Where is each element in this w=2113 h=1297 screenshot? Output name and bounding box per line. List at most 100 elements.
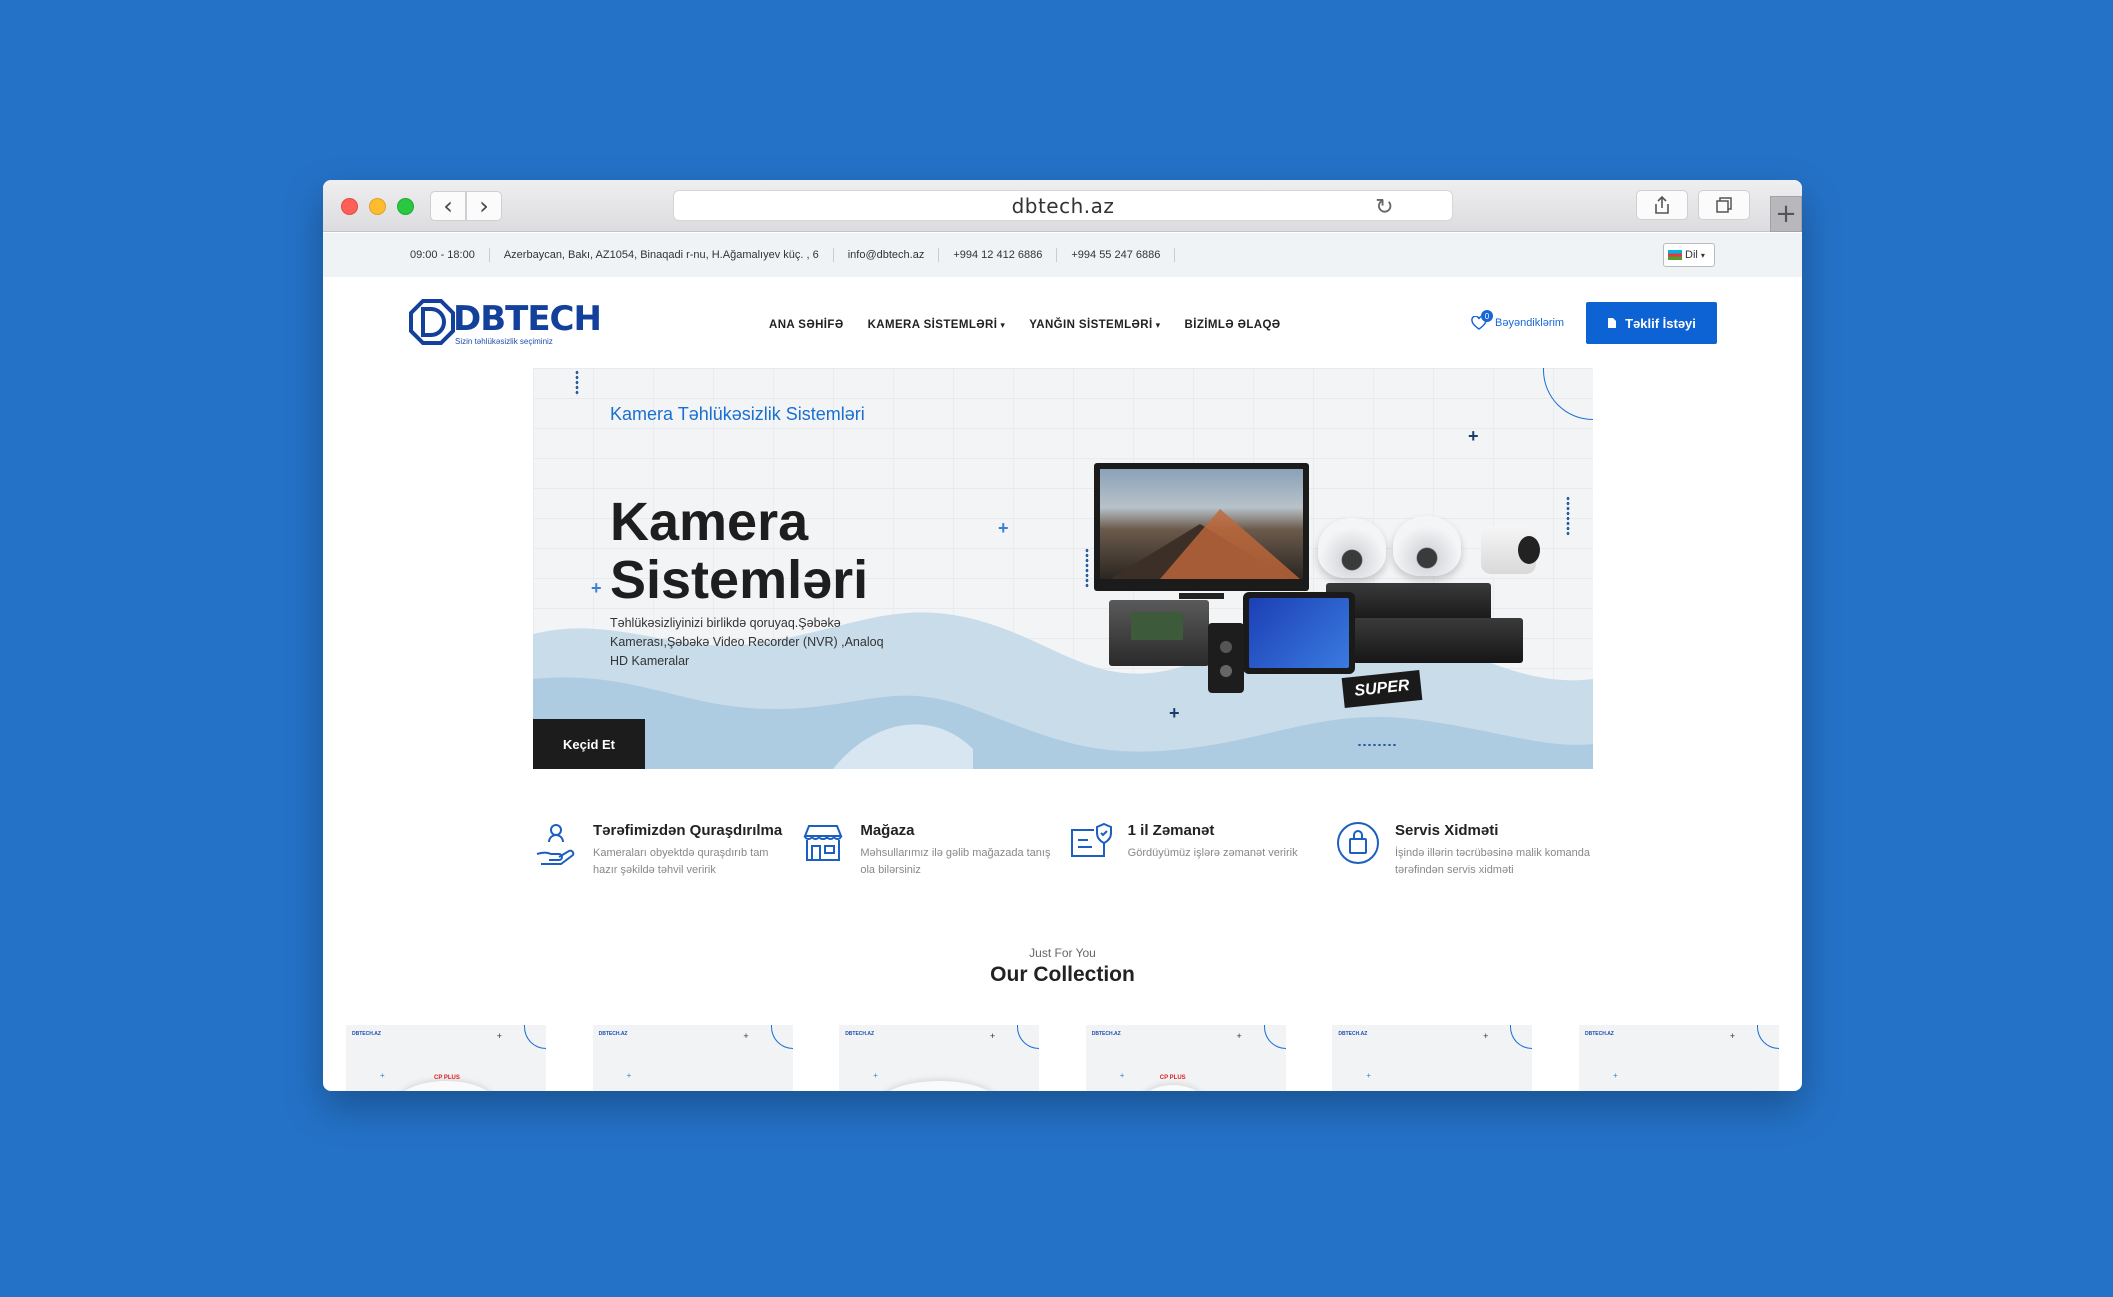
- nav-camera-systems[interactable]: KAMERA SİSTEMLƏRİ ▾: [868, 319, 1006, 331]
- address-bar[interactable]: dbtech.az ↻: [673, 190, 1453, 221]
- corner-arc-decoration: [1017, 1025, 1040, 1049]
- phone-link-2[interactable]: +994 55 247 6886: [1057, 248, 1176, 262]
- azerbaijan-flag-icon: [1668, 250, 1682, 260]
- product-image: [879, 1081, 1000, 1091]
- hero-description: Təhlükəsizliyinizi birlikdə qoruyaq.Şəbə…: [610, 616, 884, 668]
- corner-arc-decoration: [524, 1025, 546, 1049]
- document-icon: [1608, 318, 1617, 328]
- hand-installation-icon: [536, 824, 575, 865]
- card-logo: DBTECH.AZ: [1091, 1031, 1121, 1037]
- dots-decoration: [1357, 743, 1397, 747]
- language-select[interactable]: Dil ▾: [1663, 243, 1715, 267]
- bullet-camera-image: [1481, 526, 1540, 574]
- feature-item: Tərəfimizdən Quraşdırılma Kameraları oby…: [533, 820, 791, 879]
- feature-title: Mağaza: [860, 822, 915, 839]
- nav-camera-systems-label: KAMERA SİSTEMLƏRİ: [867, 319, 998, 331]
- back-button[interactable]: ‹: [430, 191, 466, 221]
- browser-toolbar: ‹ › dbtech.az ↻ +: [323, 180, 1802, 232]
- nav-home[interactable]: ANA SƏHİFƏ: [769, 319, 844, 331]
- dome-camera-image: [1318, 518, 1386, 578]
- address: Azerbaycan, Bakı, AZ1054, Binaqadi r-nu,…: [490, 248, 834, 262]
- new-tab-button[interactable]: +: [1770, 196, 1802, 232]
- plus-decoration-icon: +: [591, 578, 602, 598]
- plus-decoration-icon: +: [380, 1071, 385, 1080]
- working-hours: 09:00 - 18:00: [410, 248, 490, 262]
- doorbell-camera-image: [1208, 623, 1244, 693]
- feature-description: İşində illərin təcrübəsinə malik komanda…: [1394, 847, 1591, 876]
- phone-link-1[interactable]: +994 12 412 6886: [939, 248, 1058, 262]
- plus-decoration-icon: +: [998, 518, 1009, 538]
- card-logo: DBTECH.AZ: [598, 1031, 628, 1037]
- monitor-image: [1094, 463, 1309, 599]
- plus-decoration-icon: +: [1236, 1031, 1242, 1041]
- close-window-button[interactable]: [341, 198, 358, 215]
- top-info-bar: 09:00 - 18:00 Azerbaycan, Bakı, AZ1054, …: [323, 233, 1802, 277]
- product-card[interactable]: DBTECH.AZ + +: [839, 1025, 1040, 1091]
- wishlist-link[interactable]: 0 Bəyəndiklərim: [1471, 310, 1565, 330]
- product-card[interactable]: DBTECH.AZ + +: [1332, 1025, 1533, 1091]
- dots-decoration: [1085, 548, 1089, 588]
- corner-arc-decoration: [1510, 1025, 1533, 1049]
- chevron-left-icon: ‹: [443, 192, 453, 220]
- card-brand: CP PLUS: [1159, 1075, 1186, 1081]
- warranty-icon: [1070, 822, 1112, 857]
- feature-description: Kameraları obyektdə quraşdırıb tam hazır…: [593, 847, 769, 876]
- language-label: Dil: [1685, 249, 1698, 261]
- quote-request-label: Təklif İstəyi: [1625, 315, 1696, 331]
- chevron-down-icon: ▾: [1000, 320, 1006, 330]
- product-image: [1137, 1085, 1208, 1091]
- corner-arc-decoration: [770, 1025, 793, 1049]
- feature-item: Mağaza Məhsullarımız ilə gəlib mağazada …: [800, 820, 1058, 879]
- forward-button[interactable]: ›: [466, 191, 502, 221]
- feature-title: Servis Xidməti: [1394, 822, 1499, 839]
- plus-decoration-icon: +: [1468, 426, 1479, 446]
- logo-tagline: Sizin təhlükəsizlik seçiminiz: [455, 337, 553, 346]
- email-link[interactable]: info@dbtech.az: [834, 248, 940, 262]
- corner-arc-decoration: [1756, 1025, 1779, 1049]
- plus-decoration-icon: +: [626, 1071, 632, 1080]
- hero-cta-button[interactable]: Keçid Et: [533, 719, 645, 769]
- dots-decoration: [575, 370, 579, 396]
- nav-fire-systems-label: YANĞIN SİSTEMLƏRİ: [1029, 319, 1153, 331]
- product-card[interactable]: DBTECH.AZ + +: [1578, 1025, 1779, 1091]
- features-row: Tərəfimizdən Quraşdırılma Kameraları oby…: [533, 820, 1593, 879]
- plus-decoration-icon: +: [873, 1071, 878, 1080]
- chevron-down-icon: ▾: [1700, 250, 1705, 260]
- maximize-window-button[interactable]: [397, 198, 414, 215]
- card-logo: DBTECH.AZ: [1584, 1031, 1614, 1037]
- plus-decoration-icon: +: [1119, 1071, 1125, 1080]
- hero-subtitle: Kamera Təhlükəsizlik Sistemləri: [610, 404, 865, 424]
- plus-decoration-icon: +: [1366, 1071, 1372, 1080]
- tabs-overview-button[interactable]: [1698, 190, 1750, 220]
- feature-title: 1 il Zəmanət: [1127, 822, 1215, 839]
- minimize-window-button[interactable]: [369, 198, 386, 215]
- logo-mark-icon: [409, 299, 455, 345]
- feature-description: Məhsullarımız ilə gəlib mağazada tanış o…: [860, 847, 1051, 876]
- plus-decoration-icon: +: [1612, 1071, 1618, 1080]
- product-card[interactable]: DBTECH.AZ + + CP PLUS: [346, 1025, 546, 1091]
- feature-item: 1 il Zəmanət Gördüyümüz işlərə zəmanət v…: [1068, 820, 1326, 879]
- dome-camera-image: [1393, 516, 1461, 576]
- plus-decoration-icon: +: [1169, 703, 1180, 723]
- wishlist-label: Bəyəndiklərim: [1495, 317, 1565, 329]
- nav-fire-systems[interactable]: YANĞIN SİSTEMLƏRİ ▾: [1029, 319, 1160, 331]
- url-text: dbtech.az: [1011, 193, 1115, 218]
- tabs-icon: [1716, 197, 1732, 213]
- hero-title: Kamera Sistemləri: [610, 492, 869, 610]
- product-image: [396, 1081, 496, 1091]
- quote-request-button[interactable]: Təklif İstəyi: [1586, 302, 1717, 344]
- card-logo: DBTECH.AZ: [1338, 1031, 1368, 1037]
- plus-decoration-icon: +: [496, 1031, 502, 1041]
- share-button[interactable]: [1636, 190, 1688, 220]
- logo[interactable]: DBTECH Sizin təhlükəsizlik seçiminiz: [409, 299, 602, 346]
- dvr-box-image: [1109, 600, 1209, 666]
- product-card[interactable]: DBTECH.AZ + +: [592, 1025, 793, 1091]
- main-nav: ANA SƏHİFƏ KAMERA SİSTEMLƏRİ ▾ YANĞIN SİS…: [769, 319, 1281, 331]
- reload-icon[interactable]: ↻: [1375, 195, 1394, 220]
- nav-contact[interactable]: BİZİMLƏ ƏLAQƏ: [1185, 319, 1281, 331]
- plus-decoration-icon: +: [1729, 1031, 1735, 1041]
- wishlist-count-badge: 0: [1481, 310, 1493, 322]
- feature-item: Servis Xidməti İşində illərin təcrübəsin…: [1335, 820, 1593, 879]
- card-logo: DBTECH.AZ: [845, 1031, 875, 1037]
- product-card[interactable]: DBTECH.AZ + + CP PLUS: [1085, 1025, 1286, 1091]
